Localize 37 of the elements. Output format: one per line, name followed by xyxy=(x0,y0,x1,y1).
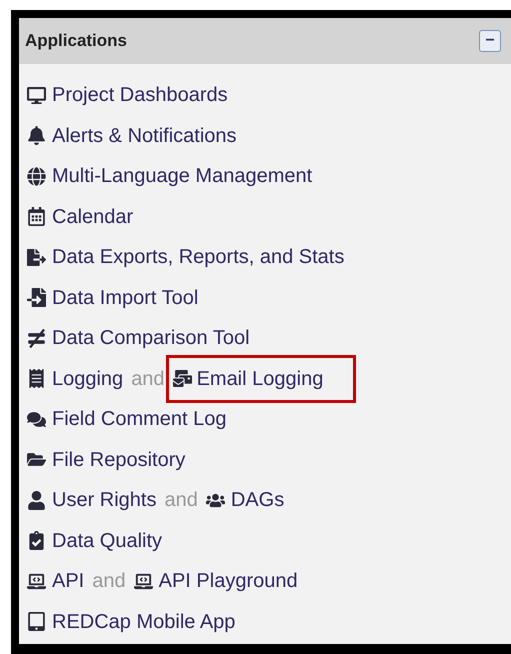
app-link[interactable]: Data Quality xyxy=(52,526,162,556)
joiner-text: and xyxy=(164,488,198,514)
monitor-icon xyxy=(27,86,46,105)
receipt-icon xyxy=(27,369,46,388)
app-link[interactable]: Data Comparison Tool xyxy=(52,323,250,354)
file-export-icon xyxy=(27,248,46,267)
app-link[interactable]: File Repository xyxy=(52,444,186,475)
app-link[interactable]: Data Exports, Reports, and Stats xyxy=(52,242,344,272)
not-equal-icon xyxy=(27,328,46,348)
tablet-icon xyxy=(27,612,46,632)
app-link[interactable]: Project Dashboards xyxy=(52,80,228,110)
envelopes-icon xyxy=(172,369,192,388)
calendar-icon xyxy=(27,207,46,226)
user-icon xyxy=(27,490,46,510)
app-link[interactable]: REDCap Mobile App xyxy=(52,606,236,637)
globe-icon xyxy=(27,166,46,186)
app-link[interactable]: Field Comment Log xyxy=(52,404,227,434)
app-link[interactable]: User Rights xyxy=(52,485,156,516)
app-link[interactable]: Multi-Language Management xyxy=(52,161,312,192)
app-link[interactable]: Calendar xyxy=(52,202,134,232)
app-link[interactable]: API xyxy=(52,566,84,596)
comments-icon xyxy=(27,410,46,429)
clipboard-check-icon xyxy=(27,531,46,550)
bell-icon xyxy=(27,126,46,146)
app-link[interactable]: DAGs xyxy=(230,485,284,516)
collapse-button[interactable]: − xyxy=(479,30,501,52)
laptop-code-icon xyxy=(27,572,46,591)
app-link[interactable]: Alerts & Notifications xyxy=(52,120,237,151)
app-link[interactable]: Email Logging xyxy=(196,364,324,394)
file-import-icon xyxy=(27,288,46,308)
joiner-text: and xyxy=(92,569,126,594)
joiner-text: and xyxy=(131,366,165,392)
app-link[interactable]: API Playground xyxy=(158,566,298,596)
laptop-code-icon xyxy=(134,572,153,591)
app-link[interactable]: Data Import Tool xyxy=(52,282,198,313)
app-link[interactable]: Logging xyxy=(52,364,124,394)
panel-title: Applications xyxy=(25,30,128,52)
